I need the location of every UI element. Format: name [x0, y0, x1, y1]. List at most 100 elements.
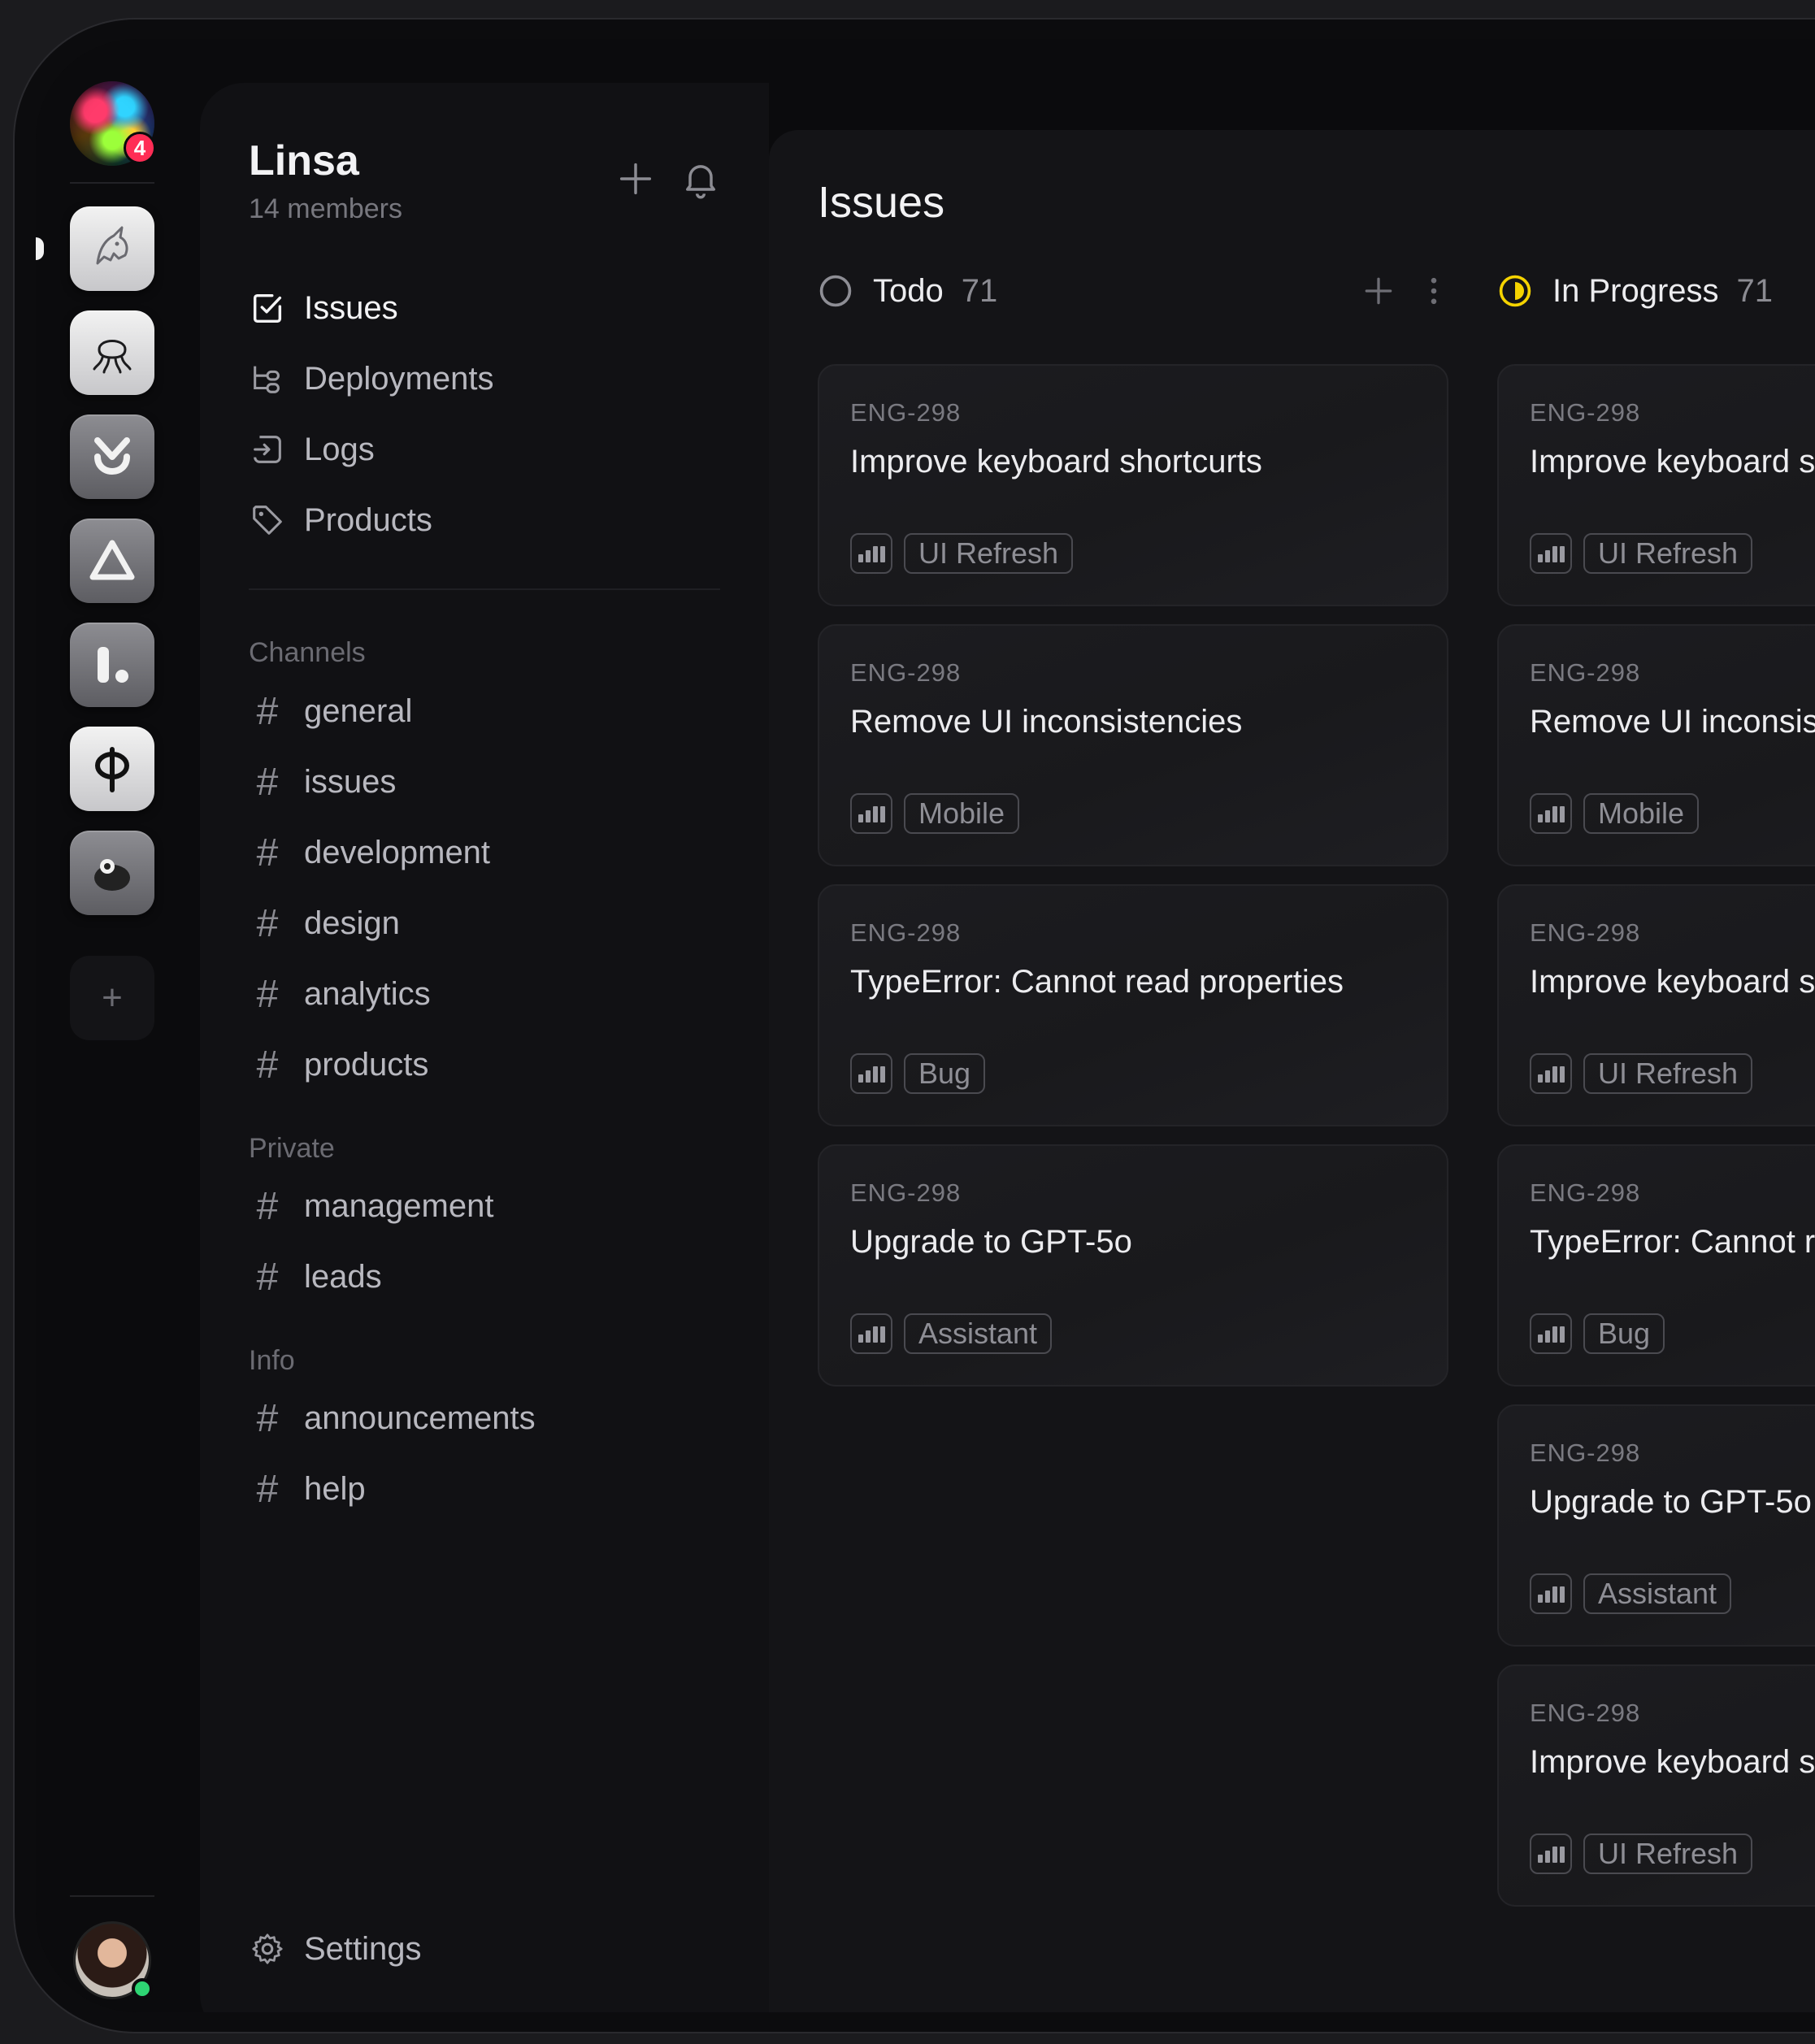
- tree-icon: [249, 360, 286, 397]
- issue-card[interactable]: ENG-298 TypeError: Cannot read propertie…: [818, 884, 1448, 1126]
- issue-card[interactable]: ENG-298 Improve keyboard shortcurts UI R…: [1497, 364, 1815, 606]
- team-members-count: 14 members: [249, 193, 402, 224]
- issue-id: ENG-298: [1530, 398, 1641, 427]
- hash-icon: #: [256, 1396, 279, 1440]
- issue-title: Upgrade to GPT-5o: [1530, 1484, 1812, 1520]
- channel-label: development: [304, 834, 491, 870]
- priority-icon[interactable]: [1530, 533, 1572, 574]
- channel-management[interactable]: # management: [249, 1181, 494, 1231]
- priority-icon[interactable]: [850, 793, 892, 834]
- octopus-app-icon[interactable]: [70, 310, 154, 395]
- issue-card[interactable]: ENG-298 Upgrade to GPT-5o Assistant: [1497, 1404, 1815, 1647]
- nav-item-issues[interactable]: Issues: [249, 283, 398, 333]
- nav-item-deployments[interactable]: Deployments: [249, 354, 493, 404]
- priority-icon[interactable]: [850, 1313, 892, 1354]
- issue-title: Improve keyboard shortcurts: [1530, 444, 1815, 480]
- tag-icon: [249, 501, 286, 539]
- channel-label: announcements: [304, 1400, 536, 1436]
- triangle-app-icon[interactable]: [70, 519, 154, 603]
- issue-card[interactable]: ENG-298 Improve keyboard shortcurts UI R…: [1497, 1664, 1815, 1907]
- channel-label: leads: [304, 1258, 382, 1295]
- label-tag[interactable]: UI Refresh: [1583, 533, 1753, 574]
- bell-icon[interactable]: [680, 158, 722, 200]
- section-label-info: Info: [249, 1345, 295, 1376]
- active-app-indicator: [36, 237, 44, 260]
- channel-leads[interactable]: # leads: [249, 1252, 382, 1302]
- todo-status-icon: [819, 275, 852, 307]
- more-options-icon[interactable]: [1416, 273, 1452, 309]
- label-tag[interactable]: UI Refresh: [904, 533, 1074, 574]
- issue-title: Remove UI inconsistencies: [850, 704, 1243, 740]
- label-tag[interactable]: Bug: [1583, 1313, 1665, 1354]
- team-name[interactable]: Linsa: [249, 137, 359, 185]
- nav-item-products[interactable]: Products: [249, 495, 432, 545]
- priority-icon[interactable]: [850, 1053, 892, 1094]
- label-tag[interactable]: UI Refresh: [1583, 1834, 1753, 1874]
- label-tag[interactable]: Assistant: [1583, 1573, 1732, 1614]
- channel-products[interactable]: # products: [249, 1039, 429, 1090]
- y-app-icon[interactable]: [70, 414, 154, 499]
- priority-icon[interactable]: [1530, 1053, 1572, 1094]
- issue-id: ENG-298: [850, 658, 962, 687]
- channel-label: issues: [304, 763, 397, 800]
- channel-design[interactable]: # design: [249, 898, 400, 948]
- column-header-todo[interactable]: Todo 71: [818, 267, 997, 315]
- settings-button[interactable]: Settings: [249, 1924, 422, 1974]
- section-label-private: Private: [249, 1133, 335, 1164]
- priority-icon[interactable]: [1530, 1573, 1572, 1614]
- issue-title: Upgrade to GPT-5o: [850, 1224, 1132, 1260]
- issue-card[interactable]: ENG-298 Remove UI inconsistencies Mobile: [1497, 624, 1815, 866]
- priority-icon[interactable]: [1530, 1834, 1572, 1874]
- label-tag[interactable]: Bug: [904, 1053, 986, 1094]
- label-tag[interactable]: Assistant: [904, 1313, 1053, 1354]
- workspace-sidebar: Linsa 14 members Issues Deployments Logs: [200, 83, 769, 2012]
- issue-id: ENG-298: [1530, 1699, 1641, 1727]
- priority-icon[interactable]: [850, 533, 892, 574]
- issue-card[interactable]: ENG-298 Improve keyboard shortcurts UI R…: [818, 364, 1448, 606]
- priority-icon[interactable]: [1530, 1313, 1572, 1354]
- issue-card[interactable]: ENG-298 Improve keyboard shortcurts UI R…: [1497, 884, 1815, 1126]
- issue-id: ENG-298: [1530, 1178, 1641, 1207]
- label-tag[interactable]: Mobile: [1583, 793, 1700, 834]
- channel-development[interactable]: # development: [249, 827, 490, 878]
- online-status-dot: [132, 1978, 153, 1999]
- device-frame: 4 + Linsa 14 members Issues Deployments …: [13, 18, 1815, 2033]
- channel-issues[interactable]: # issues: [249, 757, 397, 807]
- issue-card[interactable]: ENG-298 Upgrade to GPT-5o Assistant: [818, 1144, 1448, 1387]
- channel-announcements[interactable]: # announcements: [249, 1393, 536, 1443]
- rail-divider-bottom: [70, 1895, 154, 1897]
- blob-app-icon[interactable]: [70, 831, 154, 915]
- nav-item-label: Issues: [304, 289, 398, 326]
- channel-label: products: [304, 1046, 429, 1083]
- add-issue-icon[interactable]: [1361, 273, 1396, 309]
- notification-badge: 4: [124, 132, 156, 164]
- channel-analytics[interactable]: # analytics: [249, 969, 431, 1019]
- phi-app-icon[interactable]: [70, 727, 154, 811]
- l-dot-app-icon[interactable]: [70, 623, 154, 707]
- priority-icon[interactable]: [1530, 793, 1572, 834]
- nav-item-label: Deployments: [304, 360, 494, 397]
- in-progress-status-icon: [1499, 275, 1531, 307]
- column-name: Todo: [873, 272, 944, 309]
- unicorn-app-icon[interactable]: [70, 206, 154, 291]
- add-app-button[interactable]: +: [70, 956, 154, 1040]
- plus-icon[interactable]: [614, 158, 657, 200]
- issue-title: Improve keyboard shortcurts: [1530, 964, 1815, 1000]
- app-screen: 4 + Linsa 14 members Issues Deployments …: [36, 39, 1815, 2012]
- issue-title: Improve keyboard shortcurts: [1530, 1744, 1815, 1780]
- nav-item-logs[interactable]: Logs: [249, 424, 375, 475]
- label-tag[interactable]: UI Refresh: [1583, 1053, 1753, 1094]
- issue-id: ENG-298: [850, 1178, 962, 1207]
- label-tag[interactable]: Mobile: [904, 793, 1020, 834]
- column-header-in-progress[interactable]: In Progress 71: [1497, 267, 1773, 315]
- issue-title: Remove UI inconsistencies: [1530, 704, 1815, 740]
- hash-icon: #: [256, 901, 279, 945]
- issues-board: Issues Todo 71 In Progress 71 ENG-298 Im…: [769, 130, 1815, 2012]
- channel-label: general: [304, 692, 413, 729]
- issue-card[interactable]: ENG-298 Remove UI inconsistencies Mobile: [818, 624, 1448, 866]
- issue-card[interactable]: ENG-298 TypeError: Cannot read propertie…: [1497, 1144, 1815, 1387]
- checkbox-icon: [249, 289, 286, 327]
- channel-help[interactable]: # help: [249, 1464, 366, 1514]
- nav-item-label: Logs: [304, 431, 375, 467]
- channel-general[interactable]: # general: [249, 686, 413, 736]
